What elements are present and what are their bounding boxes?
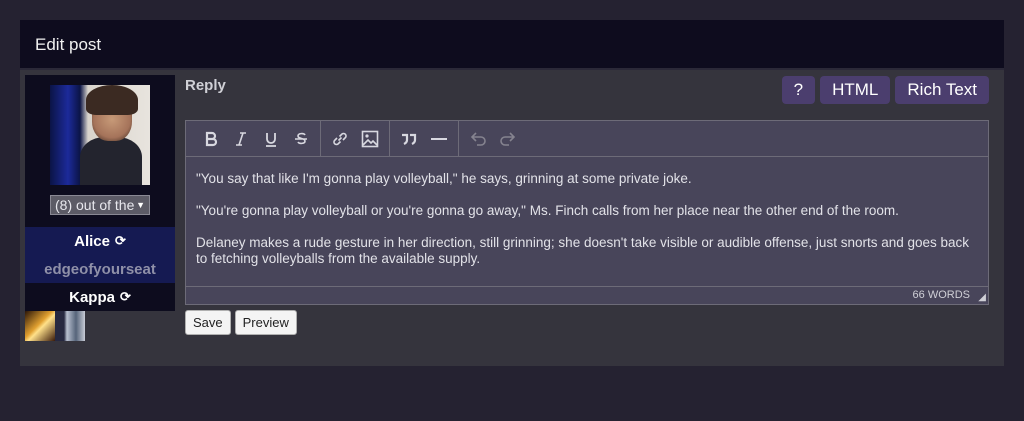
edit-post-panel: Edit post (8) out of the ▼ Alice ⟳ edgeo…: [20, 20, 1004, 366]
panel-title: Edit post: [20, 20, 1004, 70]
resize-handle-icon[interactable]: ◢: [978, 292, 986, 303]
character-subtitle: edgeofyourseat: [25, 255, 175, 283]
player-name-row[interactable]: Kappa ⟳: [25, 283, 175, 311]
player-name: Kappa: [69, 288, 115, 306]
help-button[interactable]: ?: [781, 76, 816, 104]
post-paragraph: "You're gonna play volleyball or you're …: [196, 203, 899, 218]
character-sidebar: (8) out of the ▼ Alice ⟳ edgeofyourseat …: [25, 75, 175, 341]
character-name-row[interactable]: Alice ⟳: [25, 227, 175, 255]
strikethrough-icon[interactable]: [286, 124, 316, 154]
icon-select[interactable]: (8) out of the ▼: [50, 195, 150, 215]
icon-thumbnail[interactable]: [25, 311, 55, 341]
editor-mode-buttons: ? HTML Rich Text: [781, 76, 989, 104]
rich-text-mode-button[interactable]: Rich Text: [895, 76, 989, 104]
redo-icon[interactable]: [493, 124, 523, 154]
rich-text-editor: "You say that like I'm gonna play volley…: [185, 120, 989, 305]
editor-toolbar: [186, 120, 988, 157]
preview-button[interactable]: Preview: [234, 310, 297, 335]
icon-select-value: (8) out of the: [55, 197, 135, 213]
post-body-editor[interactable]: "You say that like I'm gonna play volley…: [186, 157, 988, 267]
blockquote-icon[interactable]: [394, 124, 424, 154]
avatar: [50, 85, 150, 185]
undo-icon[interactable]: [463, 124, 493, 154]
post-paragraph: "You say that like I'm gonna play volley…: [196, 171, 692, 186]
character-name: Alice: [74, 232, 110, 250]
icon-thumbnail[interactable]: [55, 311, 85, 341]
icon-thumbnails: [25, 311, 175, 341]
avatar-area: (8) out of the ▼: [25, 75, 175, 227]
horizontal-rule-icon[interactable]: [424, 124, 454, 154]
word-count-value: 66 WORDS: [912, 289, 970, 301]
reply-label: Reply: [185, 77, 226, 94]
form-actions: Save Preview: [185, 310, 297, 335]
caret-down-icon: ▼: [136, 200, 145, 210]
post-paragraph: Delaney makes a rude gesture in her dire…: [196, 235, 970, 266]
underline-icon[interactable]: [256, 124, 286, 154]
italic-icon[interactable]: [226, 124, 256, 154]
html-mode-button[interactable]: HTML: [820, 76, 891, 104]
swap-player-icon[interactable]: ⟳: [120, 289, 131, 305]
save-button[interactable]: Save: [185, 310, 231, 335]
word-count: 66 WORDS: [186, 286, 988, 304]
link-icon[interactable]: [325, 124, 355, 154]
bold-icon[interactable]: [196, 124, 226, 154]
swap-character-icon[interactable]: ⟳: [115, 233, 126, 249]
image-icon[interactable]: [355, 124, 385, 154]
